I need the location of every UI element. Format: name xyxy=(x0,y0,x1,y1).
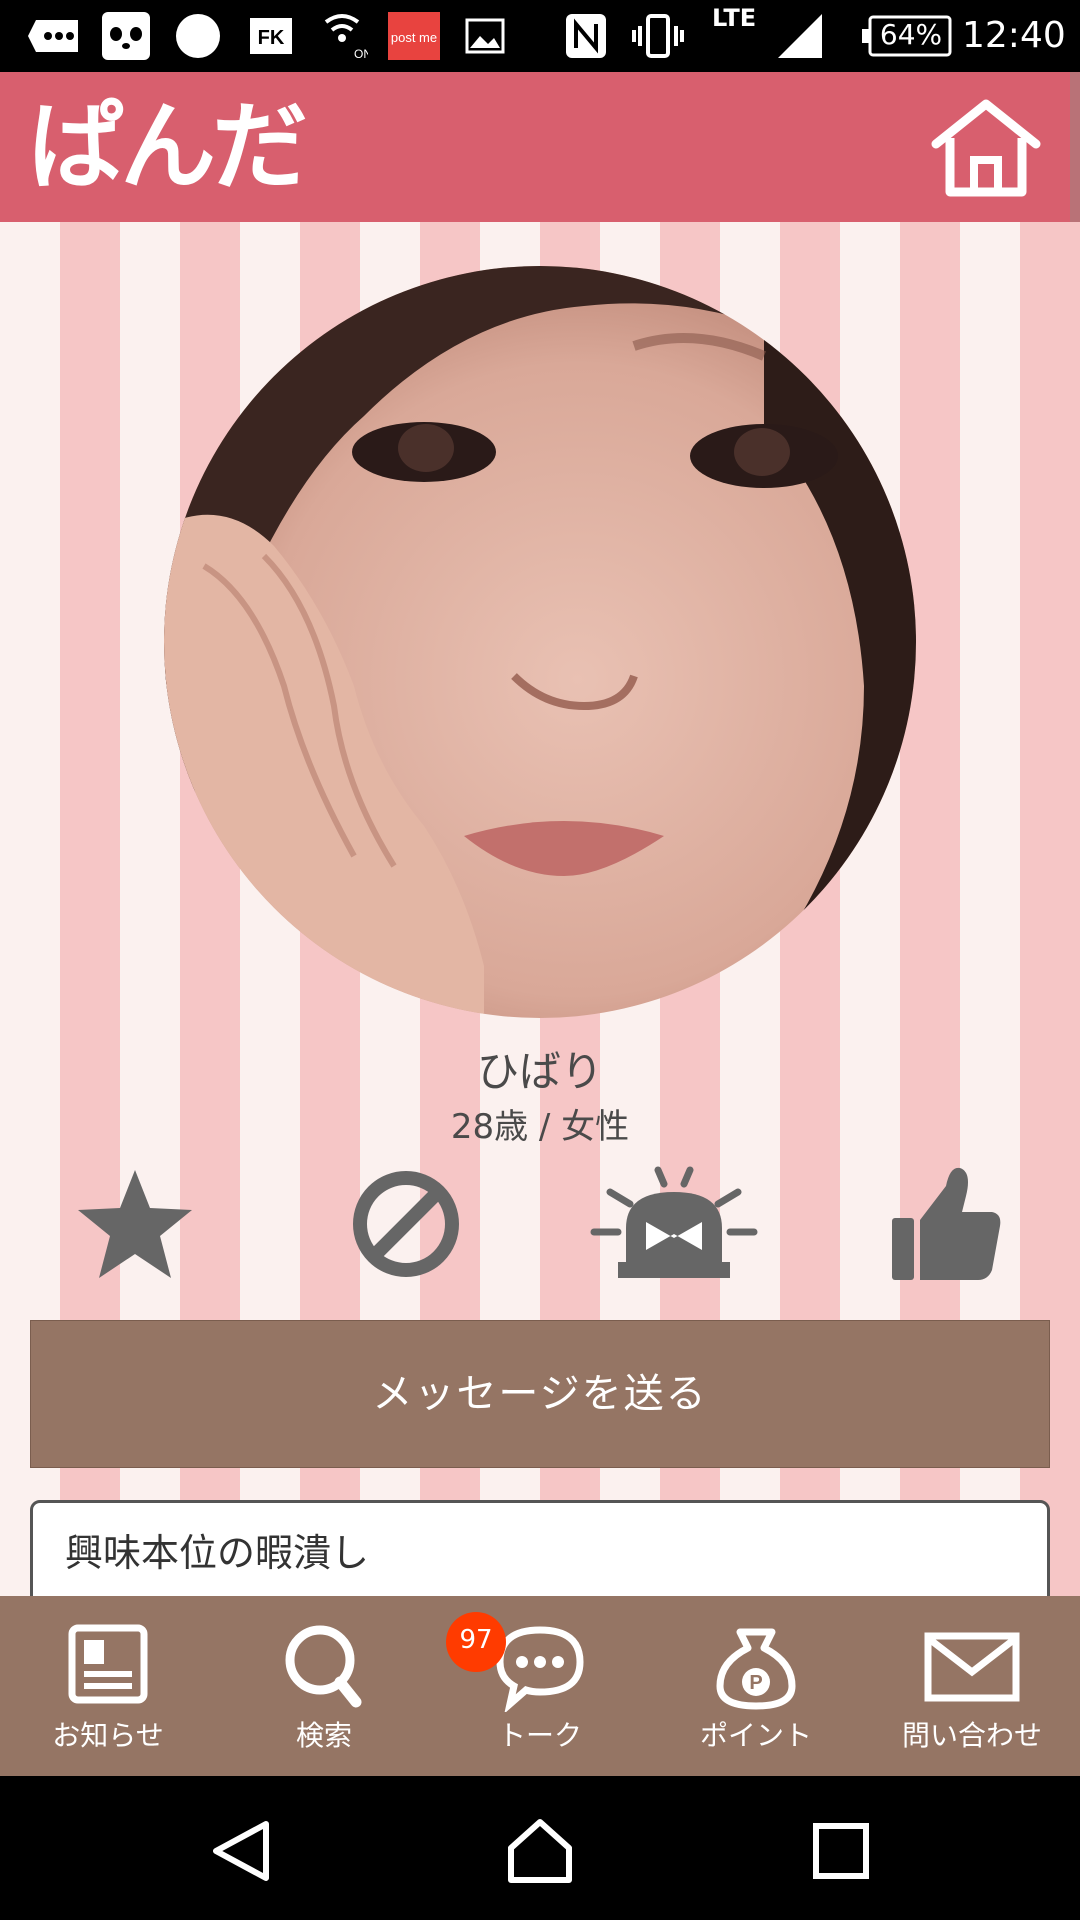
panda-app-icon xyxy=(102,12,150,60)
nav-item-news[interactable]: お知らせ xyxy=(0,1596,216,1776)
talk-unread-badge: 97 xyxy=(446,1612,506,1672)
point-bag-icon: P xyxy=(716,1628,796,1710)
report-siren-icon[interactable] xyxy=(588,1162,760,1282)
block-icon[interactable] xyxy=(350,1162,462,1282)
fk-app-icon: FK xyxy=(250,18,292,54)
nav-item-search[interactable]: 検索 xyxy=(216,1596,432,1776)
nav-label-search: 検索 xyxy=(295,1719,352,1752)
news-icon xyxy=(68,1624,148,1704)
status-bar: FK ON post me LTE 64% 12:40 xyxy=(0,0,1080,72)
clock: 12:40 xyxy=(962,15,1066,56)
signal-icon xyxy=(778,14,822,58)
nav-item-contact[interactable]: 問い合わせ xyxy=(864,1596,1080,1776)
image-icon xyxy=(465,18,505,54)
mail-icon xyxy=(924,1632,1020,1702)
star-icon[interactable] xyxy=(72,1162,198,1282)
wifi-calling-on-icon: ON xyxy=(324,14,368,60)
nav-label-points: ポイント xyxy=(699,1719,812,1752)
system-nav-bar xyxy=(0,1776,1080,1920)
profile-name: ひばり xyxy=(476,1047,603,1096)
thumbs-up-icon[interactable] xyxy=(886,1162,1004,1282)
more-notifications-icon xyxy=(28,20,78,52)
nav-label-talk: トーク xyxy=(497,1719,582,1752)
nfc-icon xyxy=(566,14,606,58)
bottom-nav: お知らせ 検索 トーク P ポイント 問い合わせ xyxy=(0,1596,1080,1776)
avatar-photo xyxy=(164,266,916,1018)
svg-text:P: P xyxy=(749,1672,762,1694)
home-nav-icon[interactable] xyxy=(505,1818,575,1884)
search-icon xyxy=(285,1625,362,1708)
home-icon[interactable] xyxy=(928,98,1044,198)
svg-text:ON: ON xyxy=(354,47,368,60)
vibrate-icon xyxy=(632,14,684,58)
nav-label-news: お知らせ xyxy=(52,1719,164,1752)
svg-text:post me: post me xyxy=(391,30,437,45)
profile-avatar xyxy=(164,266,916,1018)
nav-item-points[interactable]: P ポイント xyxy=(648,1596,864,1776)
send-message-button[interactable]: メッセージを送る xyxy=(30,1320,1050,1468)
postme-app-icon: post me xyxy=(388,12,440,60)
bio-text: 興味本位の暇潰し xyxy=(65,1531,370,1575)
app-header: ぱんだ xyxy=(0,72,1080,222)
profile-content: ひばり 28歳 / 女性 メッセージを送る 興味本位の暇潰し xyxy=(0,222,1080,1596)
svg-text:FK: FK xyxy=(258,27,285,49)
network-type: LTE xyxy=(712,4,757,32)
circle-icon xyxy=(176,14,220,58)
bio-card: 興味本位の暇潰し xyxy=(30,1500,1050,1596)
profile-age-gender: 28歳 / 女性 xyxy=(450,1107,630,1147)
back-icon[interactable] xyxy=(206,1818,276,1884)
recents-icon[interactable] xyxy=(806,1818,876,1884)
nav-label-contact: 問い合わせ xyxy=(901,1719,1042,1752)
battery-level: 64% xyxy=(879,18,943,51)
app-logo: ぱんだ xyxy=(28,91,308,203)
